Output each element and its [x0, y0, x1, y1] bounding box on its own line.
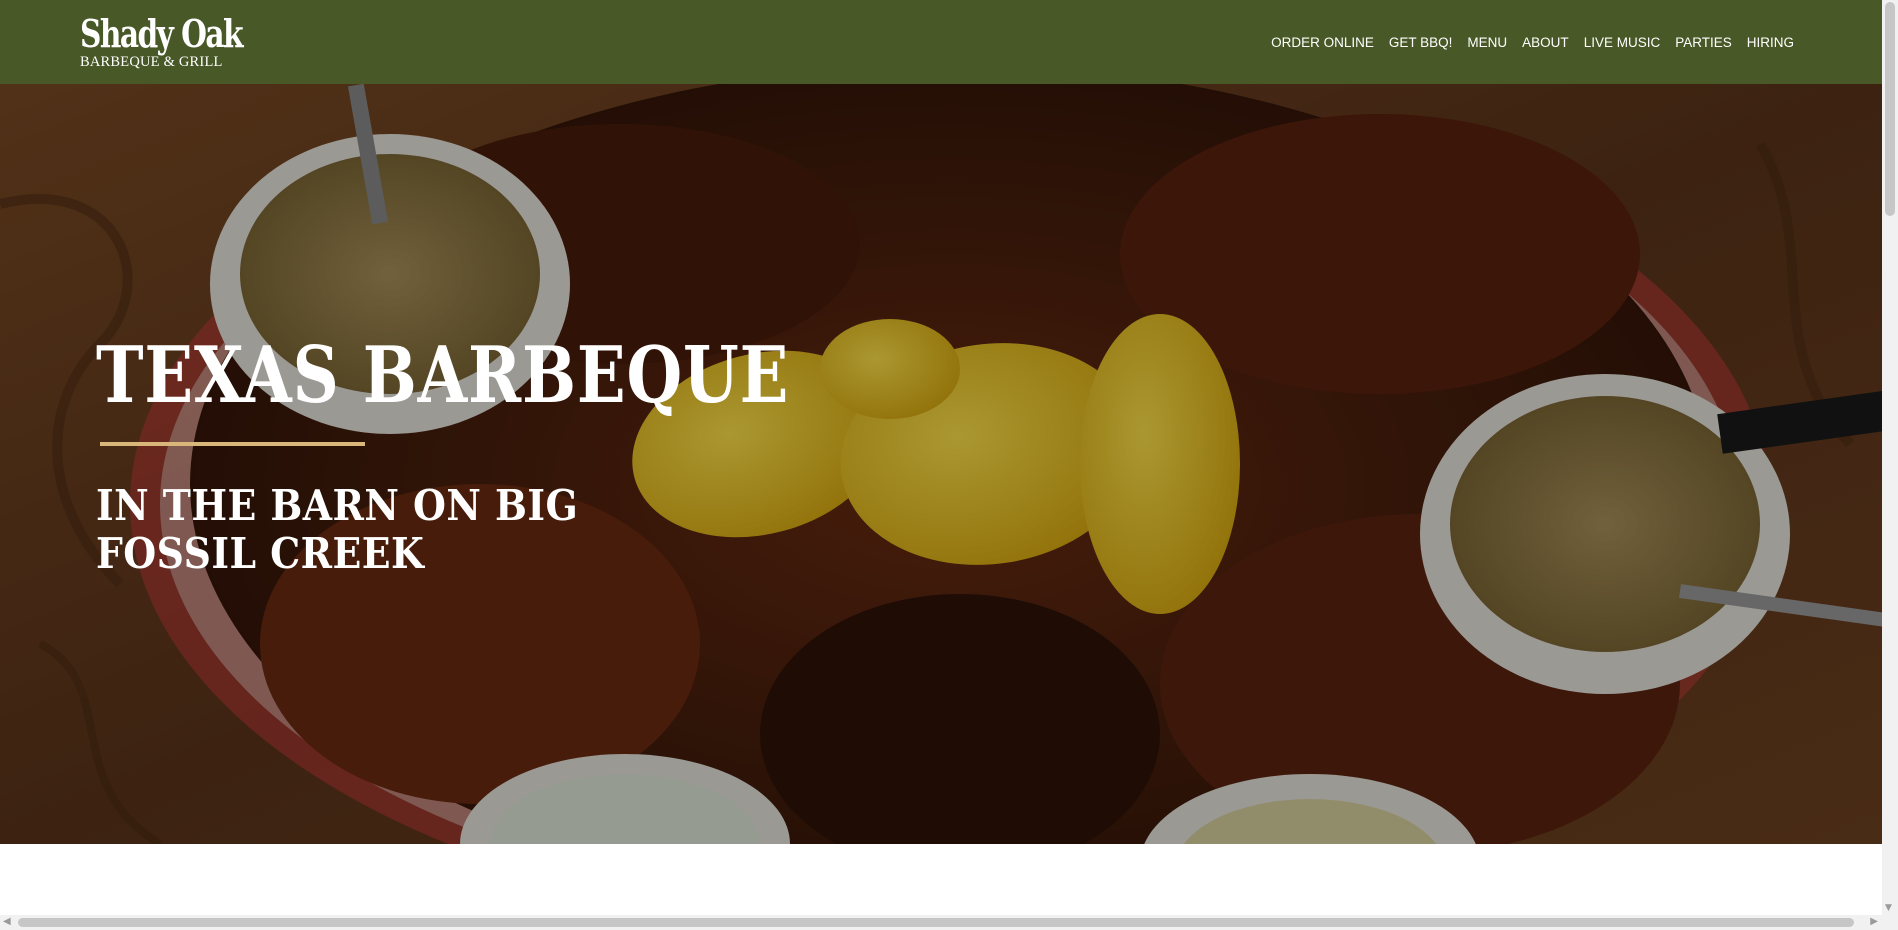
nav-about[interactable]: ABOUT: [1522, 35, 1569, 50]
scrollbar-corner: [1882, 915, 1898, 930]
vertical-scroll-thumb[interactable]: [1885, 2, 1895, 216]
horizontal-scroll-thumb[interactable]: [18, 918, 1854, 927]
page: Shady Oak BARBEQUE & GRILL ORDER ONLINE …: [0, 0, 1898, 930]
hero-subtitle: IN THE BARN ON BIG FOSSIL CREEK: [96, 481, 579, 578]
scroll-down-arrow-icon[interactable]: ▼: [1885, 903, 1892, 913]
logo-tagline: BARBEQUE & GRILL: [80, 53, 223, 70]
scroll-left-arrow-icon[interactable]: ◀: [3, 916, 11, 927]
horizontal-scrollbar[interactable]: ◀ ▶: [0, 915, 1898, 930]
logo-name: Shady Oak: [80, 10, 244, 56]
site-logo[interactable]: Shady Oak BARBEQUE & GRILL: [80, 10, 288, 70]
vertical-scrollbar[interactable]: ▼: [1882, 0, 1898, 915]
nav-hiring[interactable]: HIRING: [1747, 35, 1794, 50]
scroll-right-arrow-icon[interactable]: ▶: [1870, 916, 1878, 927]
nav-get-bbq[interactable]: GET BBQ!: [1389, 35, 1453, 50]
main-nav: ORDER ONLINE GET BBQ! MENU ABOUT LIVE MU…: [1271, 35, 1794, 50]
nav-menu[interactable]: MENU: [1467, 35, 1507, 50]
nav-order-online[interactable]: ORDER ONLINE: [1271, 35, 1374, 50]
hero-dark-overlay: [0, 84, 1882, 844]
hero-divider: [100, 442, 365, 446]
site-header: Shady Oak BARBEQUE & GRILL ORDER ONLINE …: [0, 0, 1882, 84]
nav-live-music[interactable]: LIVE MUSIC: [1584, 35, 1661, 50]
nav-parties[interactable]: PARTIES: [1675, 35, 1732, 50]
hero-title: TEXAS BARBEQUE: [96, 330, 790, 421]
content-area: [0, 844, 1882, 915]
hero-banner: TEXAS BARBEQUE IN THE BARN ON BIG FOSSIL…: [0, 84, 1882, 844]
